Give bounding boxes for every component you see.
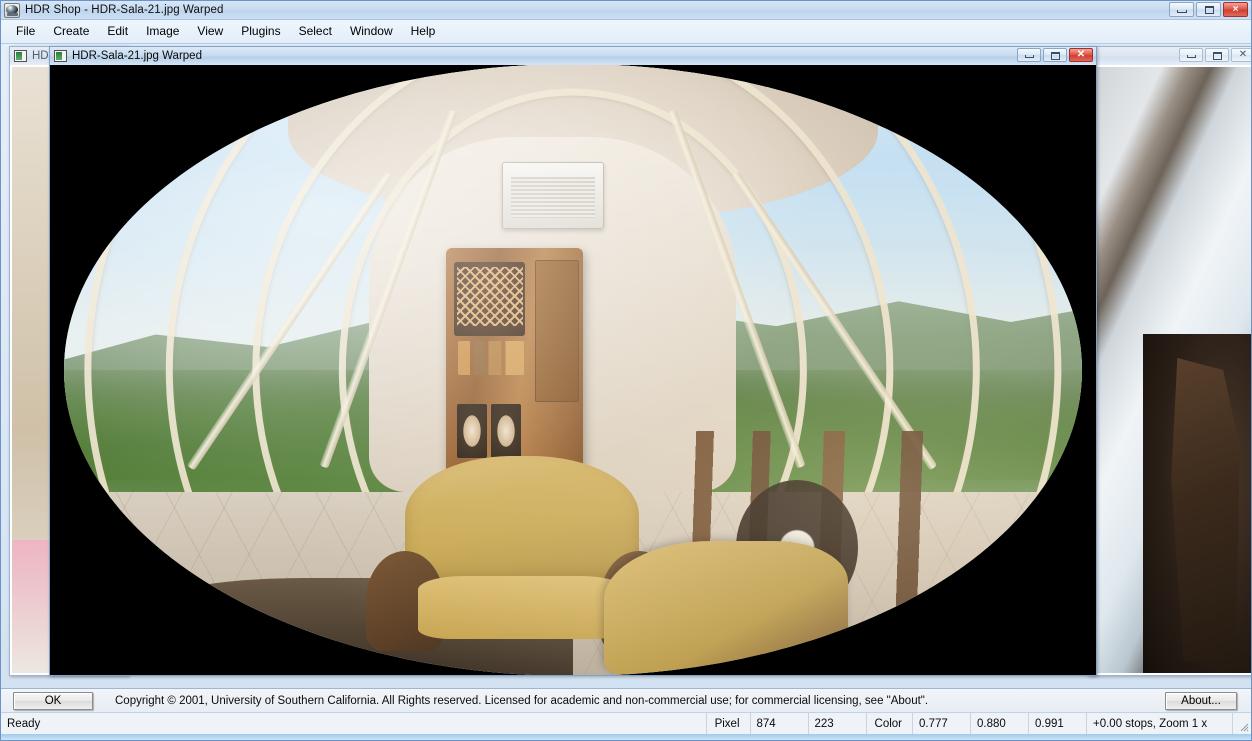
close-button[interactable]: × [1223,2,1248,17]
photo-thumbnail-right [1090,67,1251,673]
status-pixel-x: 874 [751,713,809,734]
status-bar: Ready Pixel 874 223 Color 0.777 0.880 0.… [1,712,1251,734]
menu-item-view[interactable]: View [188,21,232,42]
image-canvas-main[interactable] [50,65,1096,675]
window-title: HDR Shop - HDR-Sala-21.jpg Warped [25,4,224,16]
photo-bottles [458,340,525,375]
maximize-icon [1213,52,1222,60]
warped-photograph [50,65,1096,675]
background-window-right-titlebar[interactable]: ✕ [1088,47,1251,65]
status-pixel-label: Pixel [707,713,751,734]
minimize-icon [1187,55,1196,58]
menu-item-plugins[interactable]: Plugins [232,21,289,42]
photo-second-armchair [603,541,848,675]
bg-right-close-button[interactable]: ✕ [1231,48,1251,62]
menu-item-window[interactable]: Window [341,21,402,42]
title-bar: HDR Shop - HDR-Sala-21.jpg Warped × [1,1,1251,20]
photo-iron-panel-right [491,404,522,459]
window-controls: × [1169,2,1248,17]
status-color-g: 0.880 [971,713,1029,734]
active-window-titlebar[interactable]: HDR-Sala-21.jpg Warped ✕ [50,47,1096,65]
image-document-icon [14,50,27,62]
fisheye-projection [64,65,1082,675]
maximize-icon [1205,6,1214,14]
background-window-left-title: HD [32,50,49,62]
menu-item-edit[interactable]: Edit [98,21,137,42]
menu-item-file[interactable]: File [7,21,44,42]
maximize-restore-button[interactable] [1196,2,1221,17]
close-icon: ✕ [1238,49,1248,60]
status-color-b: 0.991 [1029,713,1087,734]
photo-armchair-back [404,455,640,585]
background-window-right[interactable]: ✕ [1087,46,1251,676]
hdrshop-sphere-icon [4,2,20,18]
minimize-icon [1025,55,1034,58]
active-window-controls: ✕ [1017,48,1093,62]
status-ready-text: Ready [1,713,707,734]
status-zoom-stops: +0.00 stops, Zoom 1 x [1087,713,1233,734]
window-bottom-edge [1,734,1251,740]
background-window-right-body [1088,65,1251,675]
close-icon: × [1232,3,1239,15]
about-button[interactable]: About... [1165,691,1237,710]
bg-right-maximize-button[interactable] [1205,48,1229,62]
status-color-r: 0.777 [913,713,971,734]
photo-armchair-seat [417,576,627,639]
ok-button[interactable]: OK [13,691,93,710]
minimize-icon [1177,10,1187,13]
menu-item-create[interactable]: Create [44,21,98,42]
image-document-icon [54,50,67,62]
license-text: Copyright © 2001, University of Southern… [115,694,929,707]
bg-right-minimize-button[interactable] [1179,48,1203,62]
application-window: HDR Shop - HDR-Sala-21.jpg Warped × File… [0,0,1252,741]
menu-item-image[interactable]: Image [137,21,188,42]
active-window-body [50,65,1096,675]
active-minimize-button[interactable] [1017,48,1041,62]
status-color-label: Color [867,713,913,734]
active-window-title: HDR-Sala-21.jpg Warped [72,50,202,62]
photo-cabinet-door [535,259,580,402]
close-icon: ✕ [1076,49,1086,60]
active-maximize-button[interactable] [1043,48,1067,62]
resize-grip-icon[interactable] [1233,713,1251,734]
menu-bar: File Create Edit Image View Plugins Sele… [1,20,1251,44]
image-canvas-right[interactable] [1090,67,1251,673]
active-image-window[interactable]: HDR-Sala-21.jpg Warped ✕ [49,46,1097,676]
menu-item-select[interactable]: Select [290,21,341,42]
license-bar: OK Copyright © 2001, University of South… [1,688,1251,712]
background-window-right-controls: ✕ [1179,48,1251,62]
active-close-button[interactable]: ✕ [1069,48,1093,62]
minimize-button[interactable] [1169,2,1194,17]
photo-wine-lattice [456,267,523,326]
photo-iron-panel-left [456,404,487,459]
menu-item-help[interactable]: Help [402,21,445,42]
mdi-client-area: HD ✕ HDR-Sala-21.jpg Warped ✕ [1,44,1251,688]
status-pixel-y: 223 [809,713,867,734]
maximize-icon [1051,52,1060,60]
